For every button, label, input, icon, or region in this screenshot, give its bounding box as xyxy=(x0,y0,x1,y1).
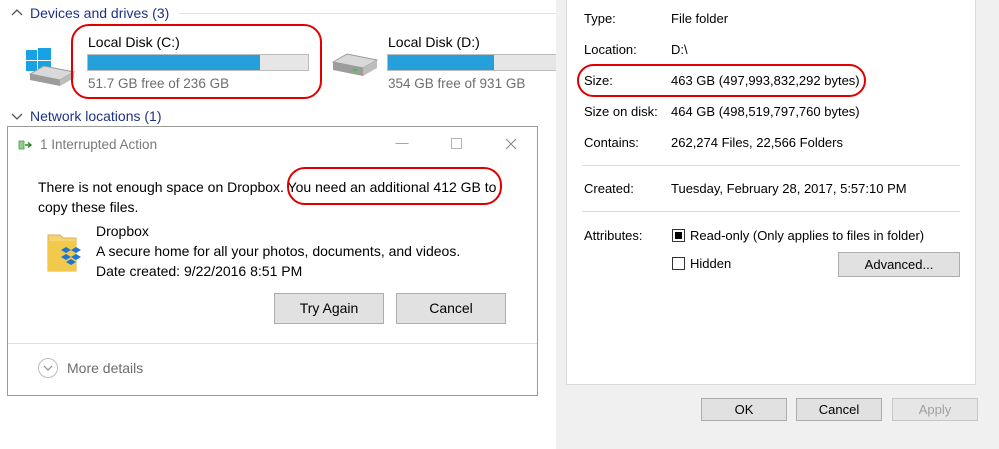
attributes-label: Attributes: xyxy=(584,228,643,243)
minimize-button[interactable]: — xyxy=(391,133,413,153)
network-header-label: Network locations (1) xyxy=(30,108,162,124)
location-label: Location: xyxy=(584,42,637,57)
size-label: Size: xyxy=(584,73,613,88)
created-label: Created: xyxy=(584,181,634,196)
properties-cancel-button[interactable]: Cancel xyxy=(796,398,882,421)
ok-button[interactable]: OK xyxy=(701,398,787,421)
interrupted-action-dialog: 1 Interrupted Action — There is not enou… xyxy=(7,126,538,396)
properties-separator xyxy=(582,211,960,212)
properties-separator xyxy=(582,165,960,166)
apply-button[interactable]: Apply xyxy=(892,398,978,421)
maximize-icon xyxy=(450,138,462,150)
dropbox-folder-icon xyxy=(47,234,81,272)
item-name: Dropbox xyxy=(96,223,149,239)
drive-c-usage-bar xyxy=(87,54,309,71)
message-part-2: copy these files. xyxy=(38,199,139,215)
size-on-disk-label: Size on disk: xyxy=(584,104,658,119)
contains-value: 262,274 Files, 22,566 Folders xyxy=(671,135,843,150)
drive-d-usage-bar xyxy=(387,54,560,71)
size-value: 463 GB (497,993,832,292 bytes) xyxy=(671,73,860,88)
maximize-button[interactable] xyxy=(445,133,467,153)
dialog-message: There is not enough space on Dropbox. Yo… xyxy=(38,177,528,217)
more-details-label: More details xyxy=(67,360,144,376)
expand-circle xyxy=(38,358,58,378)
chevron-down-icon xyxy=(11,113,23,120)
network-locations-header[interactable]: Network locations (1) xyxy=(10,108,162,124)
location-value: D:\ xyxy=(671,42,688,57)
type-value: File folder xyxy=(671,11,729,26)
readonly-checkbox[interactable] xyxy=(672,229,685,242)
item-date: Date created: 9/22/2016 8:51 PM xyxy=(96,263,303,279)
dialog-title: 1 Interrupted Action xyxy=(40,137,158,152)
advanced-button[interactable]: Advanced... xyxy=(838,252,960,277)
hidden-checkbox[interactable] xyxy=(672,257,685,270)
drive-c-free-space: 51.7 GB free of 236 GB xyxy=(88,76,230,91)
item-description: A secure home for all your photos, docum… xyxy=(96,243,461,259)
dialog-divider xyxy=(8,343,537,344)
readonly-label: Read-only (Only applies to files in fold… xyxy=(690,228,925,243)
size-on-disk-value: 464 GB (498,519,797,760 bytes) xyxy=(671,104,860,119)
drive-d-name: Local Disk (D:) xyxy=(388,34,480,50)
try-again-button[interactable]: Try Again xyxy=(274,293,384,324)
drive-d-free-space: 354 GB free of 931 GB xyxy=(388,76,526,91)
devices-and-drives-header[interactable]: Devices and drives (3) xyxy=(10,5,560,21)
chevron-down-icon xyxy=(43,365,53,371)
drive-d-usage-fill xyxy=(388,55,495,70)
message-part-1: There is not enough space on Dropbox. xyxy=(38,179,288,195)
header-divider xyxy=(179,12,560,14)
chevron-up-icon xyxy=(11,9,23,16)
more-details-toggle[interactable]: More details xyxy=(38,358,143,378)
message-highlight: You need an additional 412 GB to xyxy=(287,179,497,195)
hard-drive-icon xyxy=(331,53,379,76)
contains-label: Contains: xyxy=(584,135,639,150)
checkbox-indeterminate-mark xyxy=(675,232,682,239)
close-button[interactable] xyxy=(500,133,522,153)
cancel-button[interactable]: Cancel xyxy=(396,293,506,324)
drive-d[interactable]: Local Disk (D:) 354 GB free of 931 GB xyxy=(325,28,560,96)
type-label: Type: xyxy=(584,11,616,26)
created-value: Tuesday, February 28, 2017, 5:57:10 PM xyxy=(671,181,907,196)
drive-c[interactable]: Local Disk (C:) 51.7 GB free of 236 GB xyxy=(20,28,320,96)
drive-c-name: Local Disk (C:) xyxy=(88,34,180,50)
close-icon xyxy=(505,138,517,149)
windows-drive-icon xyxy=(26,48,76,86)
hidden-label: Hidden xyxy=(690,256,732,271)
copy-transfer-icon xyxy=(18,140,33,150)
devices-header-label: Devices and drives (3) xyxy=(30,5,170,21)
drive-c-usage-fill xyxy=(88,55,260,70)
